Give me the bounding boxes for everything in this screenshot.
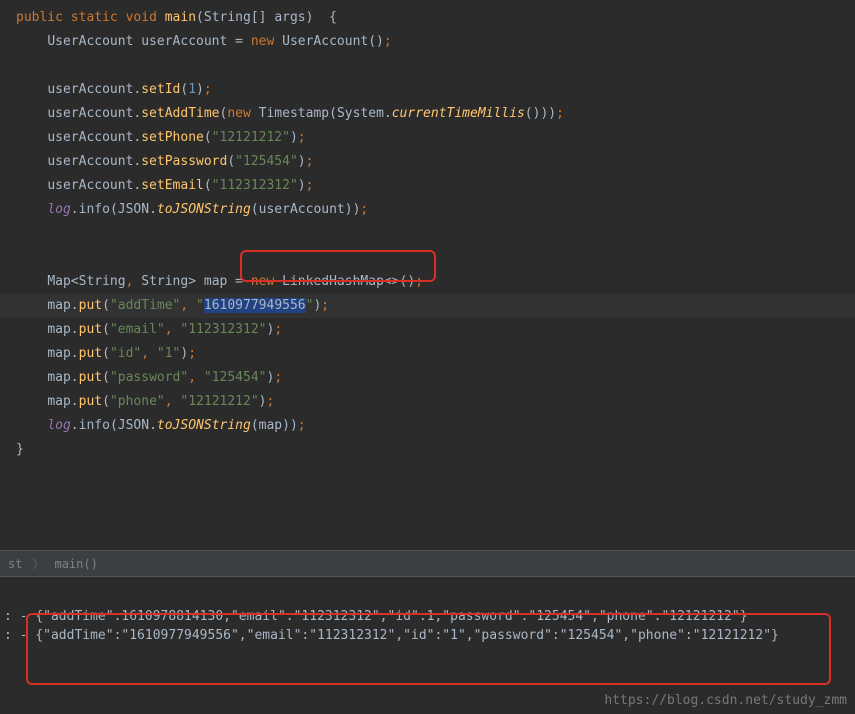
code-line: userAccount.setPassword("125454"); [0, 150, 855, 174]
console-line: : - {"addTime":1610978814130,"email":"11… [0, 607, 855, 626]
code-line-highlighted: map.put("addTime", "1610977949556"); [0, 294, 855, 318]
code-line: userAccount.setAddTime(new Timestamp(Sys… [0, 102, 855, 126]
code-line: map.put("email", "112312312"); [0, 318, 855, 342]
code-line: } [0, 438, 855, 462]
code-line [0, 54, 855, 78]
code-line: userAccount.setPhone("12121212"); [0, 126, 855, 150]
code-line: log.info(JSON.toJSONString(map)); [0, 414, 855, 438]
code-editor[interactable]: public static void main(String[] args) {… [0, 0, 855, 550]
code-line: Map<String, String> map = new LinkedHash… [0, 270, 855, 294]
chevron-right-icon: 〉 [32, 555, 44, 572]
breadcrumb-item[interactable]: st [8, 557, 22, 571]
console-output[interactable]: : - {"addTime":1610978814130,"email":"11… [0, 577, 855, 655]
code-line [0, 246, 855, 270]
breadcrumb-item[interactable]: main() [54, 557, 97, 571]
code-line: UserAccount userAccount = new UserAccoun… [0, 30, 855, 54]
watermark: https://blog.csdn.net/study_zmm [604, 693, 847, 708]
code-line: userAccount.setEmail("112312312"); [0, 174, 855, 198]
code-line: map.put("id", "1"); [0, 342, 855, 366]
breadcrumb[interactable]: st 〉 main() [0, 550, 855, 577]
code-line: log.info(JSON.toJSONString(userAccount))… [0, 198, 855, 222]
code-line: map.put("phone", "12121212"); [0, 390, 855, 414]
code-line: map.put("password", "125454"); [0, 366, 855, 390]
code-line: userAccount.setId(1); [0, 78, 855, 102]
selected-text: 1610977949556 [204, 298, 306, 313]
code-line: public static void main(String[] args) { [0, 6, 855, 30]
console-line: : - {"addTime":"1610977949556","email":"… [0, 626, 855, 645]
code-line [0, 222, 855, 246]
